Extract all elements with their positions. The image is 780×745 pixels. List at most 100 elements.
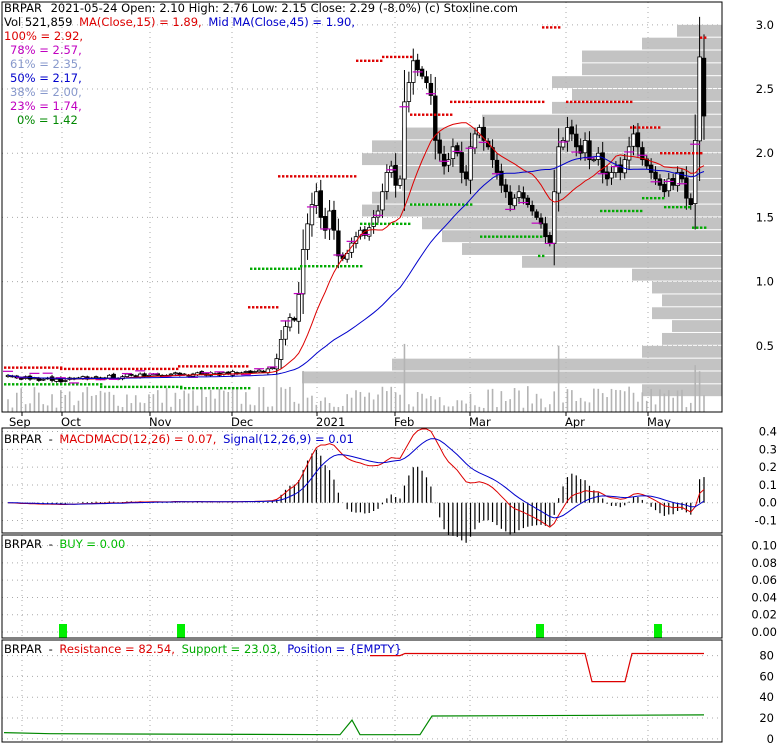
resistance-dot [264, 306, 267, 309]
resistance-dot [546, 26, 549, 29]
resistance-dot [230, 365, 233, 368]
resistance-dot [152, 367, 155, 371]
resistance-dot [646, 126, 649, 129]
candle-body [36, 377, 42, 381]
resistance-dot [582, 100, 585, 104]
fib-100: 100% = 2.92, [4, 29, 83, 43]
resistance-dot [704, 36, 707, 39]
macd-tick-label: 0.2 [759, 460, 777, 474]
volume-bar [518, 390, 520, 412]
candle-body [521, 192, 526, 199]
volume-bar [359, 391, 362, 412]
volume-bar [412, 406, 415, 412]
candle-body [309, 204, 315, 226]
resistance-dot [630, 100, 633, 104]
support-dot [454, 203, 457, 206]
volume-bar [593, 388, 595, 412]
volume-bar [597, 388, 600, 412]
profile-bar [642, 345, 722, 358]
rs-tick-label: 20 [759, 711, 774, 725]
resistance-dot [586, 100, 589, 104]
profile-bar [672, 320, 722, 332]
x-label-May: May [647, 415, 671, 429]
support-dot [442, 203, 445, 206]
resistance-dot [314, 175, 317, 178]
support-dot [176, 385, 179, 389]
resistance-dot [696, 152, 699, 155]
support-dot [12, 383, 15, 386]
resistance-dot [622, 100, 625, 104]
support-dot [156, 385, 159, 389]
volume-bar [628, 386, 630, 412]
candle-body [292, 317, 297, 321]
candle-body [631, 133, 636, 147]
candle-body [653, 171, 658, 180]
resistance-dot [594, 100, 597, 104]
resistance-dot [318, 175, 321, 178]
resistance-dot [668, 152, 671, 155]
candle-body [472, 133, 478, 149]
resistance-dot [402, 55, 405, 59]
resistance-dot [298, 175, 301, 178]
candle-body [54, 378, 59, 382]
resistance-dot [700, 152, 703, 155]
support-dot [528, 235, 531, 238]
resistance-dot [474, 100, 477, 104]
volume-bar [425, 398, 428, 412]
resistance-dot [60, 367, 63, 371]
resistance-dot [168, 367, 171, 371]
resistance-dot [218, 365, 221, 368]
support-dot [100, 383, 103, 386]
volume-bar [386, 391, 388, 412]
volume-bar [504, 400, 507, 412]
volume-bar [615, 389, 617, 412]
resistance-dot [182, 365, 185, 368]
resistance-dot [346, 175, 349, 178]
resistance-dot [538, 100, 541, 104]
candle-body [591, 159, 597, 162]
volume-bar [143, 403, 146, 412]
buy-panel-label: BRPAR - BUY = 0.00 [4, 537, 125, 551]
volume-bar [650, 388, 652, 412]
resistance-dot [234, 365, 237, 368]
candle-body [609, 172, 614, 179]
resistance-dot [446, 113, 449, 116]
candle-body [314, 191, 319, 206]
resistance-dot [302, 175, 305, 178]
x-label-Apr: Apr [565, 415, 585, 429]
support-dot [140, 385, 143, 389]
resistance-dot [176, 367, 179, 371]
support-dot [48, 383, 51, 386]
resistance-dot [372, 59, 375, 62]
resistance-dot [290, 175, 293, 178]
volume-bar [641, 392, 644, 412]
buy-tick-label: 0.08 [751, 556, 777, 570]
support-dot [642, 196, 645, 200]
volume-bar [240, 403, 243, 412]
resistance-dot [330, 175, 333, 178]
support-dot [680, 205, 683, 209]
volume-bar [663, 393, 666, 412]
volume-bar [372, 399, 375, 412]
resistance-dot [410, 113, 413, 116]
buy-signal-bar [177, 624, 185, 638]
volume-bar [368, 392, 371, 412]
support-dot [646, 196, 649, 200]
candle-body [697, 56, 702, 142]
volume-bar [601, 393, 604, 412]
volume-bar [474, 405, 476, 412]
support-dot [500, 235, 503, 238]
volume-bar [178, 399, 181, 412]
resistance-dot [48, 366, 51, 369]
resistance-dot [422, 113, 425, 116]
resistance-dot [4, 366, 7, 369]
x-label-2021: 2021 [316, 415, 345, 429]
volume-bar [531, 403, 534, 412]
volume-bar [108, 391, 111, 412]
support-dot [662, 196, 665, 200]
candle-body [331, 209, 337, 231]
volume-bar [293, 401, 296, 412]
candle-body [327, 210, 332, 230]
resistance-dot [272, 306, 275, 309]
support-dot [376, 222, 379, 226]
